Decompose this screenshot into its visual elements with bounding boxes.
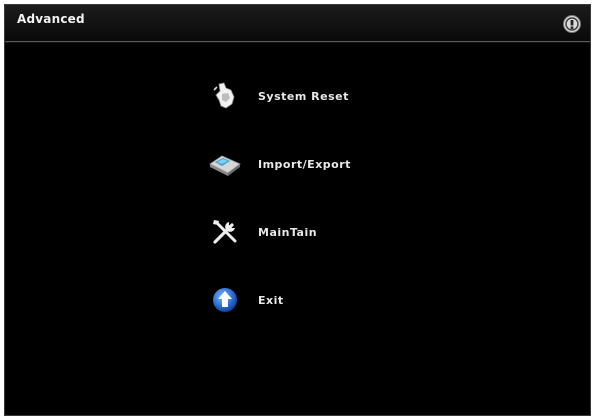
- menu-item-label: Import/Export: [258, 157, 351, 171]
- title-bar: Advanced: [5, 5, 590, 42]
- menu-item-label: Exit: [258, 293, 284, 307]
- menu-item-label: System Reset: [258, 89, 349, 103]
- tools-icon: [207, 215, 243, 249]
- advanced-menu: System Reset Import/Export MainTain Exit: [207, 79, 351, 351]
- reset-hand-icon: [207, 79, 243, 113]
- window-title: Advanced: [17, 12, 85, 26]
- menu-item-label: MainTain: [258, 225, 318, 239]
- help-icon[interactable]: [562, 14, 582, 34]
- menu-item-exit[interactable]: Exit: [207, 283, 351, 317]
- menu-item-maintain[interactable]: MainTain: [207, 215, 351, 249]
- menu-item-import-export[interactable]: Import/Export: [207, 147, 351, 181]
- menu-item-system-reset[interactable]: System Reset: [207, 79, 351, 113]
- exit-arrow-icon: [207, 283, 243, 317]
- advanced-window: Advanced System Reset Import/Export Main…: [4, 4, 591, 416]
- import-export-icon: [207, 147, 243, 181]
